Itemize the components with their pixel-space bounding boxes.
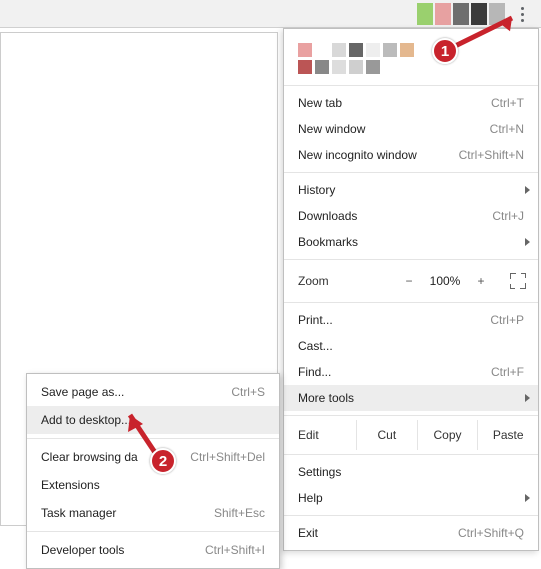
- profile-avatar: [298, 43, 428, 74]
- menu-separator: [284, 454, 538, 455]
- menu-label: Zoom: [298, 274, 400, 288]
- annotation-badge-2: 2: [150, 448, 176, 474]
- menu-label: Bookmarks: [298, 235, 524, 249]
- menu-shortcut: Ctrl+Shift+N: [459, 148, 524, 162]
- extension-icon[interactable]: [489, 3, 505, 25]
- submenu-developer-tools[interactable]: Developer tools Ctrl+Shift+I: [27, 536, 279, 564]
- edit-paste-button[interactable]: Paste: [477, 420, 538, 450]
- chrome-main-menu: New tab Ctrl+T New window Ctrl+N New inc…: [283, 28, 539, 551]
- menu-cast[interactable]: Cast...: [284, 333, 538, 359]
- menu-label: Cast...: [298, 339, 524, 353]
- fullscreen-icon[interactable]: [508, 271, 528, 291]
- menu-shortcut: Ctrl+T: [491, 96, 524, 110]
- annotation-badge-1: 1: [432, 38, 458, 64]
- menu-shortcut: Ctrl+Shift+Q: [458, 526, 524, 540]
- menu-separator: [284, 259, 538, 260]
- menu-label: Save page as...: [41, 385, 231, 399]
- extension-icon[interactable]: [471, 3, 487, 25]
- submenu-task-manager[interactable]: Task manager Shift+Esc: [27, 499, 279, 527]
- menu-label: Edit: [298, 428, 356, 442]
- menu-label: More tools: [298, 391, 524, 405]
- menu-shortcut: Ctrl+J: [492, 209, 524, 223]
- menu-shortcut: Ctrl+N: [490, 122, 524, 136]
- menu-shortcut: Ctrl+Shift+I: [205, 543, 265, 557]
- menu-label: Extensions: [41, 478, 265, 492]
- extension-icon[interactable]: [453, 3, 469, 25]
- menu-shortcut: Shift+Esc: [214, 506, 265, 520]
- chevron-right-icon: [525, 494, 530, 502]
- menu-label: Downloads: [298, 209, 492, 223]
- menu-separator: [27, 438, 279, 439]
- menu-find[interactable]: Find... Ctrl+F: [284, 359, 538, 385]
- submenu-save-page[interactable]: Save page as... Ctrl+S: [27, 378, 279, 406]
- menu-separator: [284, 415, 538, 416]
- menu-label: New window: [298, 122, 490, 136]
- menu-label: Find...: [298, 365, 491, 379]
- menu-label: Add to desktop...: [41, 413, 265, 427]
- extension-icon[interactable]: [435, 3, 451, 25]
- menu-print[interactable]: Print... Ctrl+P: [284, 307, 538, 333]
- menu-new-incognito[interactable]: New incognito window Ctrl+Shift+N: [284, 142, 538, 168]
- menu-separator: [284, 85, 538, 86]
- menu-label: Help: [298, 491, 524, 505]
- chevron-right-icon: [525, 186, 530, 194]
- menu-more-tools[interactable]: More tools: [284, 385, 538, 411]
- menu-downloads[interactable]: Downloads Ctrl+J: [284, 203, 538, 229]
- submenu-add-to-desktop[interactable]: Add to desktop...: [27, 406, 279, 434]
- menu-history[interactable]: History: [284, 177, 538, 203]
- menu-separator: [284, 302, 538, 303]
- menu-new-window[interactable]: New window Ctrl+N: [284, 116, 538, 142]
- menu-label: Print...: [298, 313, 490, 327]
- chevron-right-icon: [525, 238, 530, 246]
- menu-shortcut: Ctrl+P: [490, 313, 524, 327]
- zoom-in-button[interactable]: +: [472, 274, 490, 288]
- extension-icon[interactable]: [417, 3, 433, 25]
- menu-edit-row: Edit Cut Copy Paste: [284, 420, 538, 450]
- menu-label: Exit: [298, 526, 458, 540]
- submenu-extensions[interactable]: Extensions: [27, 471, 279, 499]
- menu-label: Settings: [298, 465, 524, 479]
- menu-separator: [284, 515, 538, 516]
- extensions-area: [417, 3, 505, 25]
- menu-shortcut: Ctrl+F: [491, 365, 524, 379]
- menu-button-three-dots[interactable]: [509, 0, 535, 28]
- edit-cut-button[interactable]: Cut: [356, 420, 417, 450]
- menu-zoom: Zoom − 100% +: [284, 264, 538, 298]
- menu-settings[interactable]: Settings: [284, 459, 538, 485]
- browser-toolbar: [0, 0, 541, 28]
- menu-shortcut: Ctrl+S: [231, 385, 265, 399]
- more-tools-submenu: Save page as... Ctrl+S Add to desktop...…: [26, 373, 280, 569]
- menu-bookmarks[interactable]: Bookmarks: [284, 229, 538, 255]
- menu-new-tab[interactable]: New tab Ctrl+T: [284, 90, 538, 116]
- zoom-out-button[interactable]: −: [400, 274, 418, 288]
- menu-label: Developer tools: [41, 543, 205, 557]
- menu-separator: [27, 531, 279, 532]
- menu-separator: [284, 172, 538, 173]
- edit-copy-button[interactable]: Copy: [417, 420, 478, 450]
- menu-exit[interactable]: Exit Ctrl+Shift+Q: [284, 520, 538, 546]
- chevron-right-icon: [525, 394, 530, 402]
- menu-shortcut: Ctrl+Shift+Del: [190, 450, 265, 464]
- profile-row[interactable]: [284, 29, 538, 81]
- menu-label: New incognito window: [298, 148, 459, 162]
- menu-help[interactable]: Help: [284, 485, 538, 511]
- menu-label: History: [298, 183, 524, 197]
- menu-label: Task manager: [41, 506, 214, 520]
- menu-label: New tab: [298, 96, 491, 110]
- zoom-percent: 100%: [426, 274, 464, 288]
